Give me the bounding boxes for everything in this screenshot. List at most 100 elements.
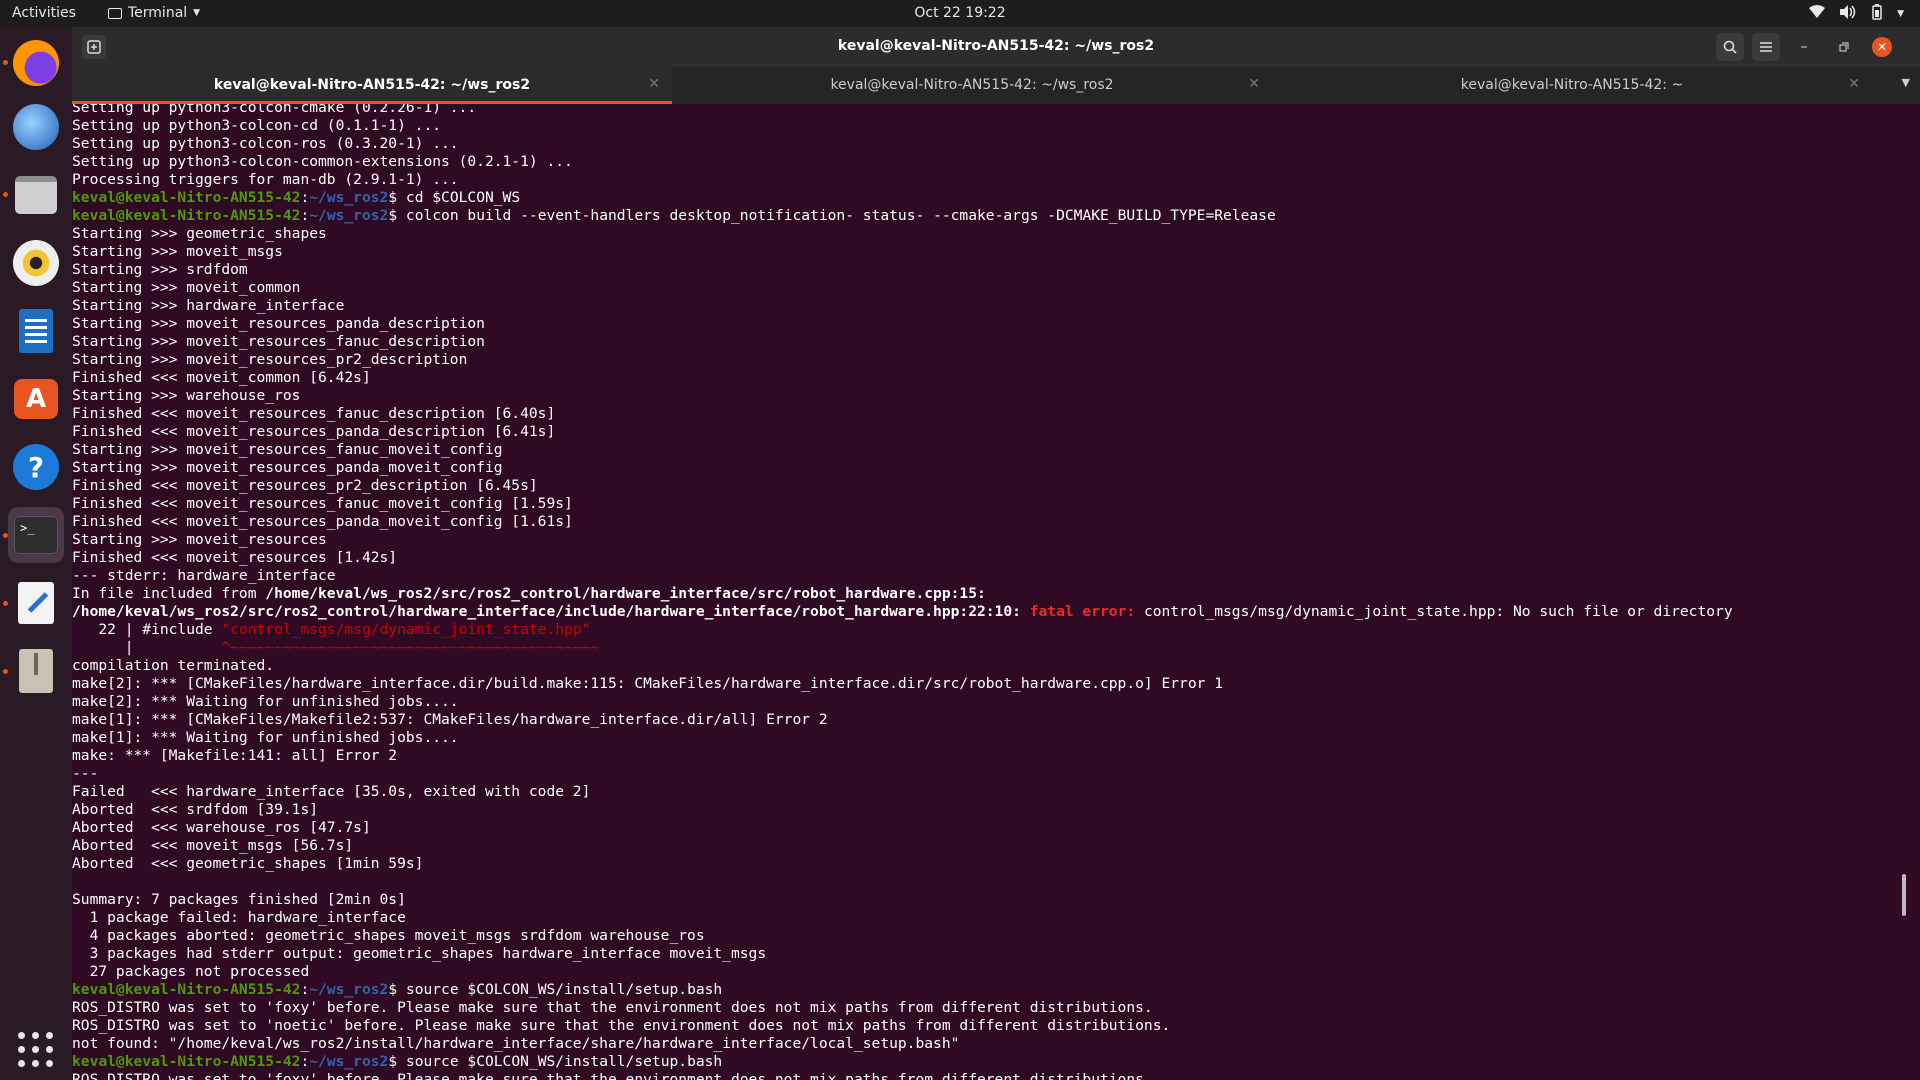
show-applications-grid-icon[interactable] — [18, 1032, 54, 1068]
terminal-line: Aborted <<< srdfdom [39.1s] — [72, 801, 1733, 819]
output-text: In file included from — [72, 585, 266, 602]
output-text: 27 packages not processed — [72, 963, 310, 980]
output-text: Starting >>> moveit_resources_fanuc_move… — [72, 441, 503, 458]
terminal-line: make[2]: *** [CMakeFiles/hardware_interf… — [72, 675, 1733, 693]
help-launcher[interactable]: ? — [8, 439, 64, 495]
software-store-icon: A — [14, 379, 58, 419]
terminal-line: 4 packages aborted: geometric_shapes mov… — [72, 927, 1733, 945]
terminal-line: Starting >>> moveit_msgs — [72, 243, 1733, 261]
output-text: Finished <<< moveit_common [6.42s] — [72, 369, 371, 386]
terminal-line: Starting >>> moveit_resources — [72, 531, 1733, 549]
output-text: Finished <<< moveit_resources_fanuc_move… — [72, 495, 573, 512]
output-text: Finished <<< moveit_resources [1.42s] — [72, 549, 398, 566]
command-text: colcon build --event-handlers desktop_no… — [405, 207, 1276, 224]
terminal-lines: Setting up python3-colcon-cmake (0.2.26-… — [72, 104, 1733, 1080]
tab-label: keval@keval-Nitro-AN515-42: ~/ws_ros2 — [213, 77, 531, 93]
tab-close-icon[interactable]: ✕ — [1248, 76, 1260, 92]
output-text: Starting >>> moveit_resources_panda_move… — [72, 459, 503, 476]
terminal-line: Starting >>> hardware_interface — [72, 297, 1733, 315]
output-text: Aborted <<< moveit_msgs [56.7s] — [72, 837, 354, 854]
terminal-line: | ^~~~~~~~~~~~~~~~~~~~~~~~~~~~~~~~~~~~~~… — [72, 639, 1733, 657]
source-prefix: 22 | #include — [72, 621, 222, 638]
output-text: Summary: 7 packages finished [2min 0s] — [72, 891, 406, 908]
output-text: Finished <<< moveit_resources_panda_move… — [72, 513, 573, 530]
activities-button[interactable]: Activities — [12, 5, 76, 21]
text-editor-launcher[interactable] — [8, 575, 64, 631]
terminal-line: make[1]: *** [CMakeFiles/Makefile2:537: … — [72, 711, 1733, 729]
software-launcher[interactable]: A — [8, 371, 64, 427]
output-text: --- stderr: hardware_interface — [72, 567, 336, 584]
thunderbird-launcher[interactable] — [8, 99, 64, 155]
output-text: ROS_DISTRO was set to 'noetic' before. P… — [72, 1017, 1171, 1034]
terminal-line: In file included from /home/keval/ws_ros… — [72, 585, 1733, 603]
archive-icon — [19, 649, 53, 693]
terminal-line: 27 packages not processed — [72, 963, 1733, 981]
source-prefix: | — [72, 639, 222, 656]
terminal-line: Finished <<< moveit_common [6.42s] — [72, 369, 1733, 387]
terminal-line: compilation terminated. — [72, 657, 1733, 675]
output-text: Setting up python3-colcon-cd (0.1.1-1) .… — [72, 117, 442, 134]
terminal-line: ROS_DISTRO was set to 'noetic' before. P… — [72, 1017, 1733, 1035]
rhythmbox-icon — [13, 240, 59, 286]
folder-icon — [15, 176, 57, 214]
terminal-line: Finished <<< moveit_resources_panda_desc… — [72, 423, 1733, 441]
output-text: make[2]: *** [CMakeFiles/hardware_interf… — [72, 675, 1223, 692]
output-text: 3 packages had stderr output: geometric_… — [72, 945, 767, 962]
output-text: not found: "/home/keval/ws_ros2/install/… — [72, 1035, 960, 1052]
output-text: Starting >>> moveit_resources — [72, 531, 327, 548]
volume-icon — [1839, 5, 1857, 23]
tab-1[interactable]: keval@keval-Nitro-AN515-42: ~/ws_ros2 ✕ — [72, 67, 672, 104]
window-header: keval@keval-Nitro-AN515-42: ~/ws_ros2 – … — [72, 27, 1920, 67]
tab-close-icon[interactable]: ✕ — [1848, 76, 1860, 92]
output-text: Starting >>> moveit_resources_fanuc_desc… — [72, 333, 485, 350]
terminal-line: Starting >>> warehouse_ros — [72, 387, 1733, 405]
rhythmbox-launcher[interactable] — [8, 235, 64, 291]
terminal-line: 22 | #include "control_msgs/msg/dynamic_… — [72, 621, 1733, 639]
output-text: Aborted <<< warehouse_ros [47.7s] — [72, 819, 371, 836]
scrollbar[interactable] — [1902, 874, 1906, 916]
minimize-button[interactable]: – — [1790, 33, 1818, 61]
terminal-line: keval@keval-Nitro-AN515-42:~/ws_ros2$ so… — [72, 981, 723, 998]
hamburger-menu-icon — [1760, 42, 1772, 52]
terminal-line: make: *** [Makefile:141: all] Error 2 — [72, 747, 1733, 765]
output-text: Setting up python3-colcon-ros (0.3.20-1)… — [72, 135, 459, 152]
files-launcher[interactable] — [8, 167, 64, 223]
prompt-user: keval@keval-Nitro-AN515-42 — [72, 981, 301, 998]
search-button[interactable] — [1716, 33, 1744, 61]
terminal-line: Setting up python3-colcon-cd (0.1.1-1) .… — [72, 117, 1733, 135]
output-text: 4 packages aborted: geometric_shapes mov… — [72, 927, 705, 944]
tab-label: keval@keval-Nitro-AN515-42: ~ — [1460, 77, 1684, 93]
terminal-line: keval@keval-Nitro-AN515-42:~/ws_ros2$ so… — [72, 1053, 723, 1070]
minimize-icon: – — [1800, 39, 1808, 55]
output-text: Finished <<< moveit_resources_pr2_descri… — [72, 477, 538, 494]
menu-button[interactable] — [1752, 33, 1780, 61]
close-icon: ✕ — [1872, 37, 1892, 57]
terminal-line: ROS_DISTRO was set to 'foxy' before. Ple… — [72, 1071, 1733, 1080]
firefox-launcher[interactable] — [8, 35, 64, 91]
terminal-line: Finished <<< moveit_resources_pr2_descri… — [72, 477, 1733, 495]
window-title: keval@keval-Nitro-AN515-42: ~/ws_ros2 — [837, 38, 1155, 54]
terminal-output[interactable]: Setting up python3-colcon-cmake (0.2.26-… — [72, 104, 1908, 1080]
clock[interactable]: Oct 22 19:22 — [914, 5, 1005, 21]
close-window-button[interactable]: ✕ — [1868, 33, 1896, 61]
terminal-launcher[interactable]: >_ — [8, 507, 64, 563]
output-text: Starting >>> srdfdom — [72, 261, 248, 278]
error-message: control_msgs/msg/dynamic_joint_state.hpp… — [1135, 603, 1733, 620]
chevron-down-icon: ▼ — [193, 8, 201, 18]
prompt-user: keval@keval-Nitro-AN515-42 — [72, 1053, 301, 1070]
restore-icon — [1839, 42, 1849, 52]
writer-launcher[interactable] — [8, 303, 64, 359]
system-tray[interactable]: ▼ — [1809, 4, 1904, 24]
app-menu[interactable]: Terminal ▼ — [108, 5, 200, 21]
terminal-line: make[1]: *** Waiting for unfinished jobs… — [72, 729, 1733, 747]
prompt-path: ~/ws_ros2 — [309, 189, 389, 206]
archive-manager-launcher[interactable] — [8, 643, 64, 699]
tab-close-icon[interactable]: ✕ — [648, 76, 660, 92]
terminal-line: 1 package failed: hardware_interface — [72, 909, 1733, 927]
restore-button[interactable] — [1830, 33, 1858, 61]
tab-2[interactable]: keval@keval-Nitro-AN515-42: ~/ws_ros2 ✕ — [672, 67, 1272, 104]
terminal-line: Setting up python3-colcon-ros (0.3.20-1)… — [72, 135, 1733, 153]
tab-list-chevron-icon[interactable]: ▼ — [1902, 76, 1910, 89]
output-text: make[1]: *** [CMakeFiles/Makefile2:537: … — [72, 711, 828, 728]
tab-3[interactable]: keval@keval-Nitro-AN515-42: ~ ✕ — [1272, 67, 1872, 104]
